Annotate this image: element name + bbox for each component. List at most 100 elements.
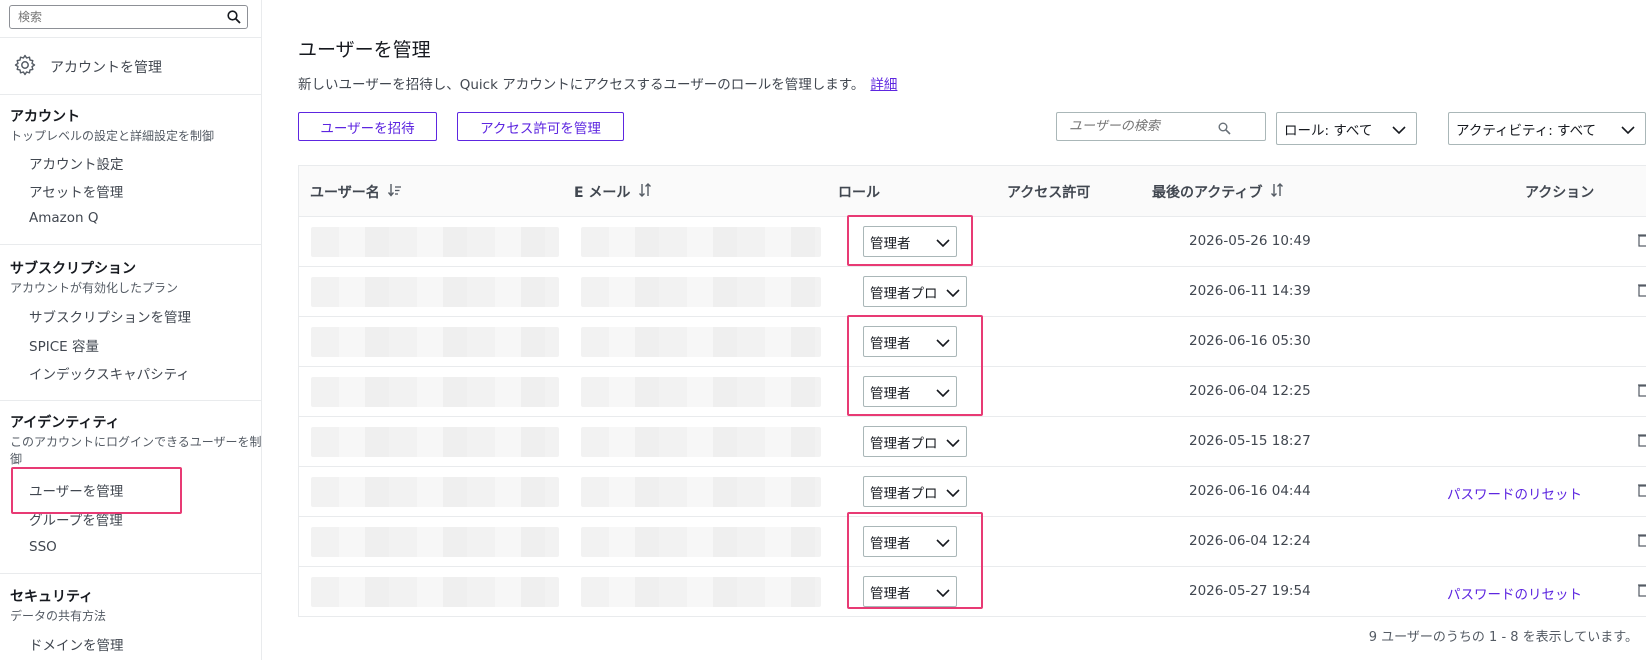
table-row: 管理者プロ 2026-06-16 04:44 パスワードのリセット [299,467,1646,517]
last-active: 2026-06-11 14:39 [1189,283,1311,299]
email-redacted [581,427,821,457]
table-row: 管理者プロ 2026-06-11 14:39 [299,267,1646,317]
section-title-subscription: サブスクリプション [10,261,136,277]
trash-icon[interactable] [1638,582,1646,601]
column-permissions: アクセス許可 [1007,185,1091,201]
role-select[interactable]: 管理者プロ [863,276,967,307]
last-active: 2026-06-16 05:30 [1189,333,1311,349]
sidebar-item-amazon-q[interactable]: Amazon Q [29,210,98,226]
highlight-box [11,467,182,514]
column-username-label: ユーザー名 [310,185,380,201]
role-value: 管理者プロ [870,435,938,452]
section-subtitle-security: データの共有方法 [10,609,107,623]
description-text: 新しいユーザーを招待し、Quick アカウントにアクセスするユーザーのロールを管… [298,77,865,93]
chevron-down-icon [946,436,960,452]
page-description: 新しいユーザーを招待し、Quick アカウントにアクセスするユーザーのロールを管… [298,73,897,93]
email-redacted [581,327,821,357]
sidebar-search-input[interactable] [10,6,210,28]
username-redacted [311,427,559,457]
search-icon[interactable] [227,9,241,28]
gear-icon [14,54,36,80]
username-redacted [311,227,559,257]
user-search-input[interactable] [1057,113,1217,140]
trash-icon[interactable] [1638,432,1646,451]
column-username[interactable]: ユーザー名 [310,182,402,202]
role-filter-label: ロール: すべて [1284,122,1373,139]
highlight-box [847,512,983,609]
email-redacted [581,227,821,257]
role-select[interactable]: 管理者プロ [863,476,967,507]
activity-filter-dropdown[interactable]: アクティビティ: すべて [1448,112,1646,145]
search-icon[interactable] [1218,120,1231,139]
role-filter-dropdown[interactable]: ロール: すべて [1276,112,1417,145]
email-redacted [581,377,821,407]
sidebar-item-account-settings[interactable]: アカウント設定 [29,153,124,173]
role-select[interactable]: 管理者プロ [863,426,967,457]
pagination-summary: 9 ユーザーのうちの 1 - 8 を表示しています。 [1368,630,1638,645]
email-redacted [581,577,821,607]
activity-filter-label: アクティビティ: すべて [1456,122,1597,139]
sidebar-item-manage-assets[interactable]: アセットを管理 [29,181,123,201]
section-title-account: アカウント [10,109,80,125]
section-title-identity: アイデンティティ [10,415,120,431]
column-actions: アクション [1525,185,1595,201]
last-active: 2026-05-27 19:54 [1189,583,1311,599]
column-role: ロール [838,185,880,201]
table-row: 管理者プロ 2026-05-15 18:27 [299,417,1646,467]
chevron-down-icon [1392,123,1406,139]
section-subtitle-subscription: アカウントが有効化したプラン [10,281,179,295]
table-header: ユーザー名 E メール ロール アクセス許可 最後のアクティブ アクション [299,166,1646,217]
manage-account-link[interactable]: アカウントを管理 [14,54,162,80]
sidebar-item-spice-capacity[interactable]: SPICE 容量 [29,335,99,355]
manage-permissions-button[interactable]: アクセス許可を管理 [457,112,624,141]
sidebar-item-manage-subscriptions[interactable]: サブスクリプションを管理 [29,306,191,326]
highlight-box [847,315,983,416]
section-subtitle-account: トップレベルの設定と詳細設定を制御 [10,129,215,143]
section-subtitle-identity: このアカウントにログインできるユーザーを制御 [10,435,262,466]
email-redacted [581,527,821,557]
manage-account-label: アカウントを管理 [50,60,162,76]
main-content: ユーザーを管理 新しいユーザーを招待し、Quick アカウントにアクセスするユー… [262,0,1646,660]
chevron-down-icon [1621,123,1635,139]
email-redacted [581,277,821,307]
sidebar-item-index-capacity[interactable]: インデックスキャパシティ [29,363,190,383]
section-title-security: セキュリティ [10,589,94,605]
sidebar-item-sso[interactable]: SSO [29,539,57,555]
role-value: 管理者プロ [870,285,938,302]
last-active: 2026-06-04 12:25 [1189,383,1311,399]
last-active: 2026-05-15 18:27 [1189,433,1311,449]
column-last-active[interactable]: 最後のアクティブ [1152,182,1284,202]
last-active: 2026-06-04 12:24 [1189,533,1311,549]
username-redacted [311,327,559,357]
sort-icon[interactable] [1270,183,1284,201]
username-redacted [311,577,559,607]
chevron-down-icon [946,486,960,502]
details-link[interactable]: 詳細 [870,77,897,93]
username-redacted [311,477,559,507]
sidebar: アカウントを管理 アカウント トップレベルの設定と詳細設定を制御 アカウント設定… [0,0,262,660]
invite-user-button[interactable]: ユーザーを招待 [298,112,437,141]
column-email-label: E メール [574,185,631,201]
trash-icon[interactable] [1638,232,1646,251]
trash-icon[interactable] [1638,382,1646,401]
reset-password-link[interactable]: パスワードのリセット [1447,483,1582,503]
last-active: 2026-06-16 04:44 [1189,483,1311,499]
sort-icon[interactable] [638,183,652,201]
reset-password-link[interactable]: パスワードのリセット [1447,583,1582,603]
username-redacted [311,277,559,307]
username-redacted [311,527,559,557]
column-last-active-label: 最後のアクティブ [1152,185,1263,201]
sidebar-item-manage-domains[interactable]: ドメインを管理 [29,634,124,654]
user-search[interactable] [1056,112,1266,141]
page-title: ユーザーを管理 [298,39,431,61]
trash-icon[interactable] [1638,482,1646,501]
email-redacted [581,477,821,507]
highlight-box [847,215,973,266]
sidebar-search[interactable] [9,5,248,29]
column-email[interactable]: E メール [574,182,652,202]
last-active: 2026-05-26 10:49 [1189,233,1311,249]
trash-icon[interactable] [1638,282,1646,301]
sort-descending-icon[interactable] [387,183,402,201]
role-value: 管理者プロ [870,485,938,502]
trash-icon[interactable] [1638,532,1646,551]
